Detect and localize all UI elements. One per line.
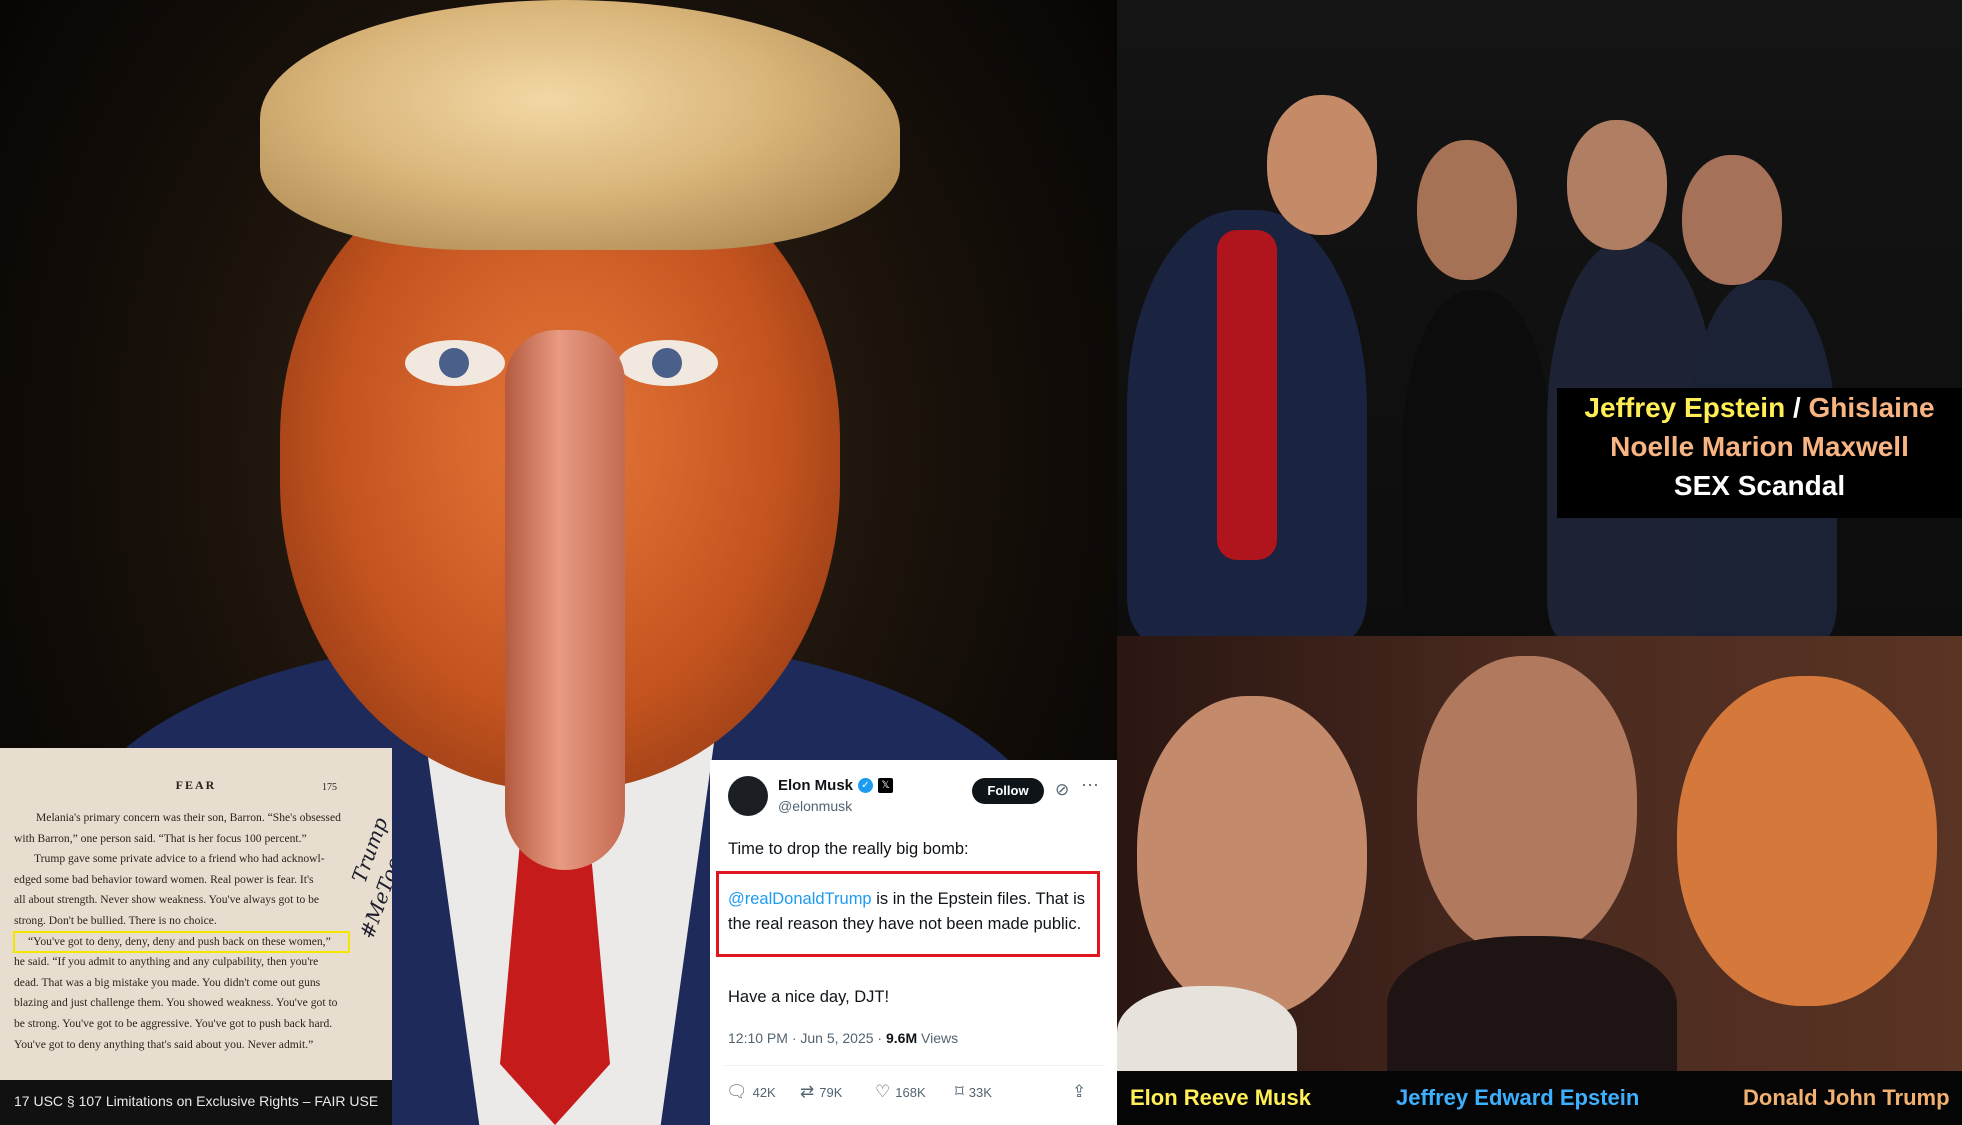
book-line: edged some bad behavior toward women. Re…: [14, 872, 314, 886]
book-text: Melania's primary concern was their son,…: [13, 808, 350, 1055]
group-photo: Jeffrey Epstein / Ghislaine Noelle Mario…: [1117, 0, 1962, 636]
tweet-author-handle[interactable]: @elonmusk: [778, 798, 852, 814]
book-line: Melania's primary concern was their son,…: [36, 811, 341, 824]
heart-icon: ♡: [875, 1082, 891, 1101]
grok-icon[interactable]: ⊘: [1055, 780, 1069, 800]
fair-use-caption-bar: 17 USC § 107 Limitations on Exclusive Ri…: [0, 1080, 392, 1125]
tweet-text-line: Have a nice day, DJT!: [728, 988, 890, 1006]
like-count: 168K: [895, 1085, 926, 1100]
book-line: all about strength. Never show weakness.…: [14, 893, 320, 907]
person-head: [1567, 120, 1667, 250]
views-count: 9.6M: [885, 1030, 918, 1046]
book-page: FEAR 175 Melania's primary concern was t…: [0, 748, 392, 1080]
repost-icon: ⇄: [800, 1082, 815, 1101]
name-middle: Jeffrey Edward Epstein: [1396, 1085, 1640, 1110]
tweet-highlighted-text: @realDonaldTrump is in the Epstein files…: [728, 887, 1088, 937]
book-line: he said. “If you admit to anything and a…: [14, 955, 319, 969]
long-nose: [505, 330, 625, 870]
reply-count: 42K: [752, 1085, 776, 1100]
person-head: [1682, 155, 1782, 285]
person-head: [1267, 95, 1377, 235]
name-right: Donald John Trump: [1743, 1085, 1950, 1110]
face-middle: [1417, 656, 1637, 956]
caption-name-ghislaine: Ghislaine: [1808, 392, 1935, 423]
avatar[interactable]: [728, 776, 768, 816]
right-eye: [618, 340, 718, 386]
caption-scandal: SEX Scandal: [1673, 470, 1846, 501]
follow-button[interactable]: Follow: [972, 778, 1044, 804]
x-logo-icon: 𝕏: [878, 778, 893, 793]
caption-separator: /: [1785, 392, 1809, 423]
book-line: Trump gave some private advice to a frie…: [34, 852, 325, 866]
tweet-author-name[interactable]: Elon Musk: [778, 777, 853, 794]
book-page-number: 175: [322, 782, 337, 793]
tweet-text-line: Time to drop the really big bomb:: [728, 840, 969, 858]
tweet-meta: 12:10 PM · Jun 5, 2025 · 9.6M Views: [728, 1030, 958, 1046]
face-collage: Elon Reeve Musk Jeffrey Edward Epstein D…: [1117, 636, 1962, 1125]
name-left: Elon Reeve Musk: [1130, 1085, 1311, 1110]
book-line: strong. Don't be bullied. There is no ch…: [14, 913, 217, 927]
reply-button[interactable]: 🗨 42K: [726, 1082, 776, 1102]
names-bar: Elon Reeve Musk Jeffrey Edward Epstein D…: [1117, 1071, 1962, 1125]
divider: [724, 1065, 1104, 1066]
red-tie: [1217, 230, 1277, 560]
book-line: with Barron,” one person said. “That is …: [14, 831, 307, 845]
tweet-timestamp[interactable]: 12:10 PM · Jun 5, 2025 ·: [728, 1030, 886, 1046]
person-head: [1417, 140, 1517, 280]
bookmark-icon: ⌑: [955, 1082, 964, 1101]
face-left: [1137, 696, 1367, 1016]
left-eye: [405, 340, 505, 386]
views-label: Views: [917, 1030, 959, 1046]
highlighted-quote: “You've got to deny, deny, deny and push…: [13, 930, 350, 954]
bookmark-button[interactable]: ⌑ 33K: [955, 1082, 992, 1102]
share-icon: ⇪: [1072, 1082, 1087, 1101]
verified-badge-icon: ✓: [858, 778, 873, 793]
book-line: dead. That was a big mistake you made. Y…: [14, 975, 321, 989]
tweet-card: Elon Musk ✓ 𝕏 @elonmusk Follow ⊘ ··· Tim…: [710, 760, 1117, 1125]
more-options-icon[interactable]: ···: [1081, 774, 1099, 795]
reply-icon: 🗨: [726, 1082, 748, 1101]
book-line: be strong. You've got to be aggressive. …: [14, 1016, 333, 1030]
scandal-caption-overlay: Jeffrey Epstein / Ghislaine Noelle Mario…: [1557, 388, 1962, 518]
dark-sweater: [1387, 936, 1677, 1086]
repost-button[interactable]: ⇄ 79K: [800, 1082, 842, 1102]
caption-name-maxwell: Noelle Marion Maxwell: [1610, 431, 1909, 462]
fair-use-caption: 17 USC § 107 Limitations on Exclusive Ri…: [14, 1093, 379, 1109]
book-line: You've got to deny anything that's said …: [14, 1037, 314, 1051]
repost-count: 79K: [819, 1085, 843, 1100]
mention-link[interactable]: @realDonaldTrump: [728, 890, 872, 908]
like-button[interactable]: ♡ 168K: [875, 1082, 926, 1102]
caption-name-epstein: Jeffrey Epstein: [1584, 392, 1786, 423]
face-right: [1677, 676, 1937, 1006]
person-dress: [1402, 290, 1552, 636]
share-button[interactable]: ⇪: [1072, 1082, 1091, 1102]
hair: [260, 0, 900, 250]
book-line: blazing and just challenge them. You sho…: [14, 996, 338, 1010]
bookmark-count: 33K: [968, 1085, 992, 1100]
